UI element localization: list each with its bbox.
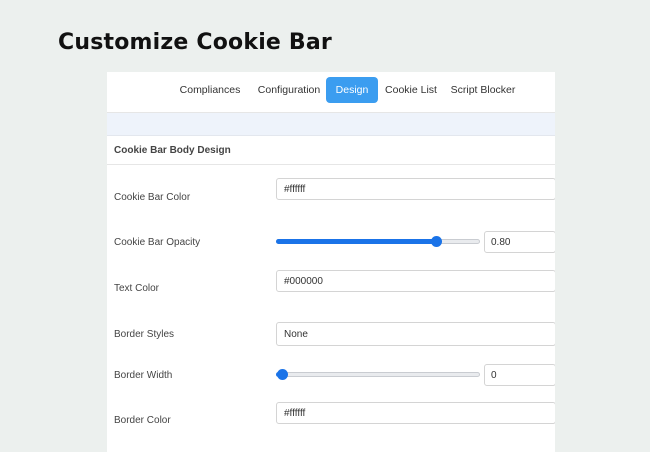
tab-design[interactable]: Design	[326, 77, 378, 103]
subheader-strip	[107, 113, 555, 136]
border-styles-label: Border Styles	[114, 329, 175, 340]
border-width-input[interactable]: 0	[484, 364, 555, 386]
tab-configuration[interactable]: Configuration	[253, 77, 325, 103]
border-width-slider[interactable]	[276, 368, 480, 382]
text-color-label: Text Color	[114, 283, 160, 294]
slider-thumb[interactable]	[430, 236, 442, 247]
border-color-input[interactable]: #ffffff	[276, 402, 555, 424]
tab-script-blocker[interactable]: Script Blocker	[450, 77, 516, 103]
border-styles-select[interactable]: None	[276, 322, 555, 346]
cookie-bar-color-input[interactable]: #ffffff	[276, 178, 555, 200]
settings-panel: Compliances Configuration Design Cookie …	[107, 72, 555, 452]
section-title: Cookie Bar Body Design	[114, 145, 231, 156]
border-color-label: Border Color	[114, 415, 171, 426]
tab-cookie-list[interactable]: Cookie List	[384, 77, 438, 103]
cookie-bar-color-label: Cookie Bar Color	[114, 192, 191, 203]
slider-thumb[interactable]	[277, 369, 288, 380]
slider-fill	[276, 239, 436, 244]
cookie-bar-opacity-slider[interactable]	[276, 235, 480, 249]
page-title: Customize Cookie Bar	[58, 30, 332, 55]
section-header: Cookie Bar Body Design	[107, 136, 555, 165]
text-color-input[interactable]: #000000	[276, 270, 555, 292]
border-width-label: Border Width	[114, 370, 173, 381]
cookie-bar-opacity-input[interactable]: 0.80	[484, 231, 555, 253]
slider-track	[276, 372, 480, 377]
cookie-bar-opacity-label: Cookie Bar Opacity	[114, 237, 201, 248]
tab-compliances[interactable]: Compliances	[175, 77, 245, 103]
tab-bar: Compliances Configuration Design Cookie …	[107, 72, 555, 113]
